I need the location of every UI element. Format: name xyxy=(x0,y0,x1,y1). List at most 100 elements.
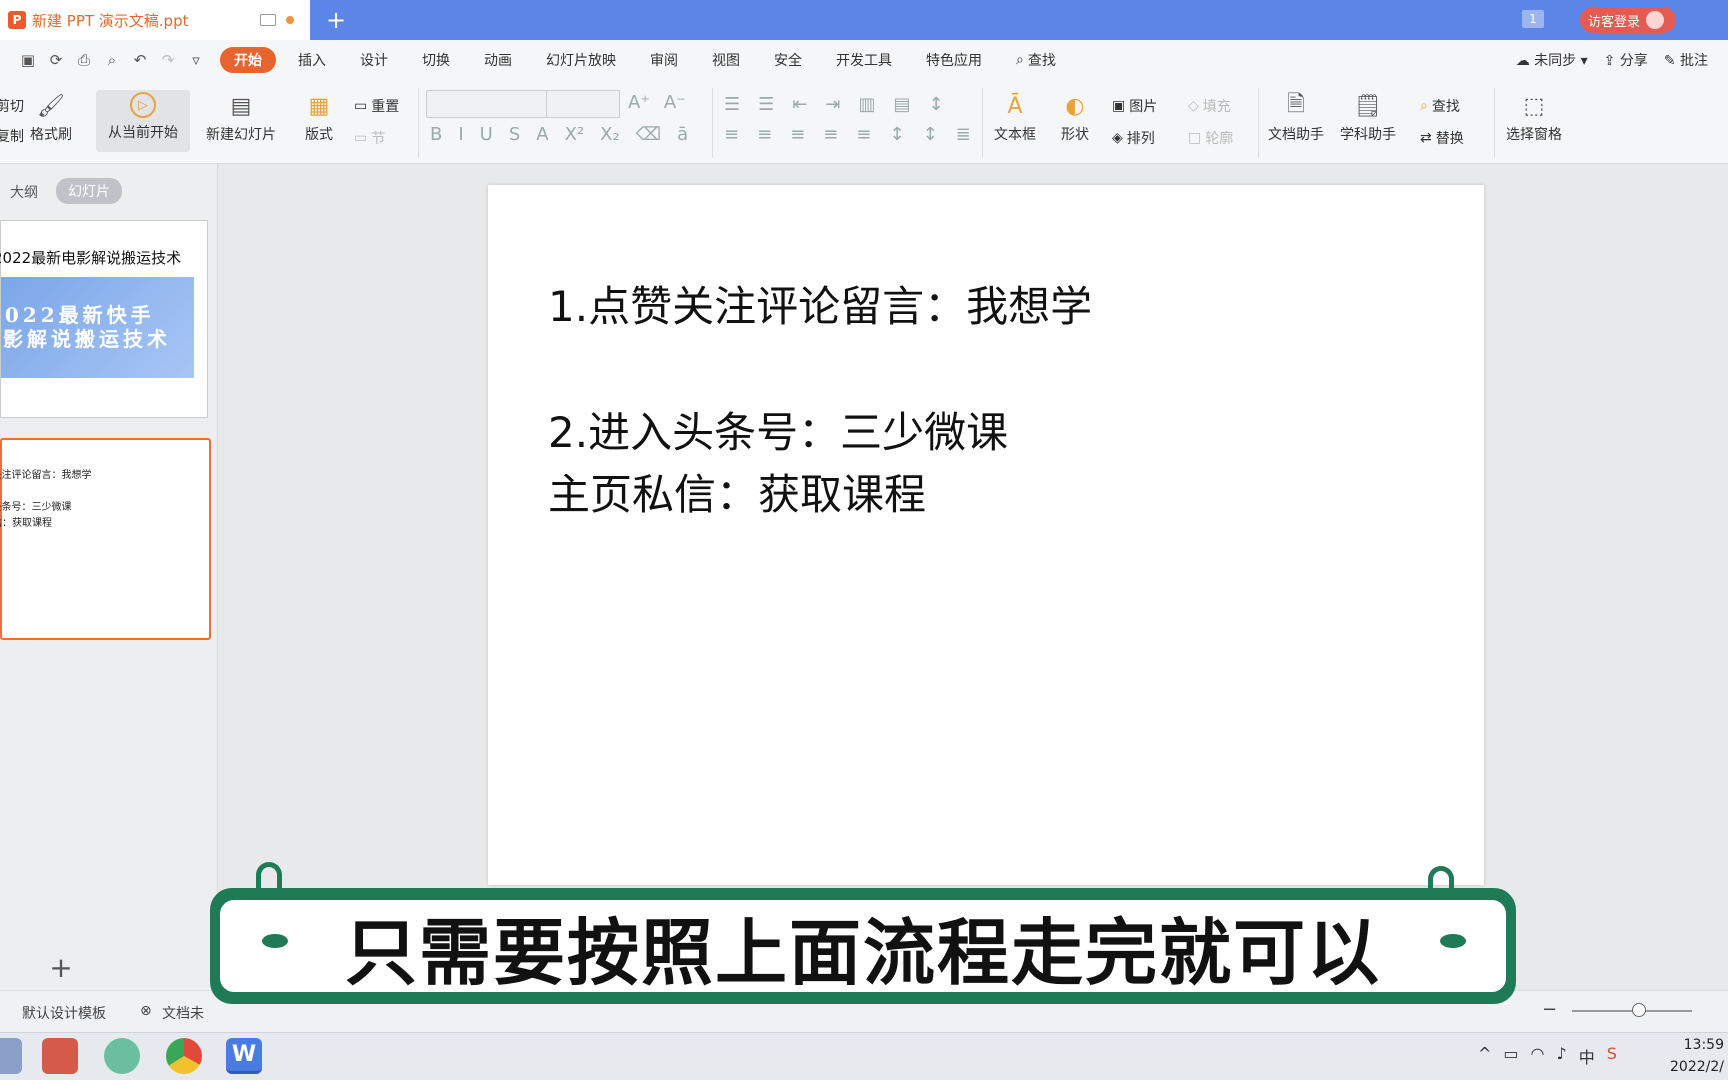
taskbar-app-icon[interactable] xyxy=(0,1038,22,1074)
zoom-slider-handle[interactable] xyxy=(1632,1003,1646,1017)
customize-chevron-down-icon[interactable]: ▿ xyxy=(182,46,210,74)
subscript-icon[interactable]: X₂ xyxy=(600,124,620,145)
bold-icon[interactable]: B xyxy=(430,124,442,145)
tab-slideshow[interactable]: 幻灯片放映 xyxy=(532,47,630,73)
undo-icon[interactable]: ↶ xyxy=(126,46,154,74)
tab-insert[interactable]: 插入 xyxy=(284,47,340,73)
slide[interactable]: 1.点赞关注评论留言：我想学 2.进入头条号：三少微课 主页私信：获取课程 xyxy=(488,185,1484,885)
paragraph-spacing-icon[interactable]: ↕ xyxy=(923,124,938,145)
ime-icon[interactable]: 中 xyxy=(1579,1044,1595,1068)
font-color-icon[interactable]: A xyxy=(536,124,548,145)
taskbar-app-icon[interactable] xyxy=(104,1038,140,1074)
redo-icon[interactable]: ↷ xyxy=(154,46,182,74)
numbered-list-icon[interactable]: ☰ xyxy=(758,94,774,115)
guest-login-button[interactable]: 访客登录 xyxy=(1580,7,1676,33)
slide-text-line[interactable]: 1.点赞关注评论留言：我想学 xyxy=(548,273,1092,334)
outline-button[interactable]: □ 轮廓 xyxy=(1188,128,1233,148)
grow-font-icon[interactable]: A⁺ xyxy=(628,92,650,113)
find-button[interactable]: ⌕ 查找 xyxy=(1420,96,1460,116)
from-current-slide-button[interactable]: ▷ 从当前开始 xyxy=(96,90,190,152)
ribbon-divider xyxy=(1494,88,1495,158)
document-tab[interactable]: P 新建 PPT 演示文稿.ppt xyxy=(0,0,310,40)
taskbar-app-icon[interactable] xyxy=(42,1038,78,1074)
format-painter-button[interactable]: 🖌 格式刷 xyxy=(30,92,72,144)
italic-icon[interactable]: I xyxy=(458,124,463,145)
arrange-button[interactable]: ◈ 排列 xyxy=(1112,128,1155,148)
tab-view[interactable]: 视图 xyxy=(698,47,754,73)
new-slide-button[interactable]: ▤ 新建幻灯片 xyxy=(206,92,276,144)
layout-button[interactable]: ▦ 版式 xyxy=(304,92,334,144)
tab-developer[interactable]: 开发工具 xyxy=(822,47,906,73)
textbox-button[interactable]: Ā 文本框 xyxy=(994,92,1036,144)
doc-helper-button[interactable]: 🗎 文档助手 xyxy=(1268,92,1324,144)
eraser-icon[interactable]: ⌫ xyxy=(636,124,661,145)
paragraph-settings-icon[interactable]: ≣ xyxy=(956,124,971,145)
bullet-list-icon[interactable]: ☰ xyxy=(724,94,740,115)
strikethrough-icon[interactable]: S xyxy=(509,124,520,145)
monitor-icon[interactable] xyxy=(260,14,276,26)
tab-design[interactable]: 设计 xyxy=(346,47,402,73)
select-pane-button[interactable]: ⬚ 选择窗格 xyxy=(1506,92,1562,144)
picture-button[interactable]: ▣ 图片 xyxy=(1112,96,1157,116)
cut-button[interactable]: 剪切 xyxy=(0,96,24,116)
superscript-icon[interactable]: X² xyxy=(565,124,585,145)
slide-text-line[interactable]: 主页私信：获取课程 xyxy=(548,461,926,522)
underline-icon[interactable]: U xyxy=(480,124,493,145)
distribute-icon[interactable]: ≡ xyxy=(856,124,871,145)
doc-status[interactable]: 文档未 xyxy=(162,1003,204,1023)
sogou-icon[interactable]: S xyxy=(1607,1044,1617,1068)
slide-text-line[interactable]: 2.进入头条号：三少微课 xyxy=(548,399,1008,460)
tab-animation[interactable]: 动画 xyxy=(470,47,526,73)
replace-button[interactable]: ⇄ 替换 xyxy=(1420,128,1464,148)
tab-home[interactable]: 开始 xyxy=(220,47,276,73)
align-right-icon[interactable]: ≡ xyxy=(790,124,805,145)
battery-icon[interactable]: ▭ xyxy=(1503,1044,1518,1068)
columns-icon[interactable]: ▥ xyxy=(858,94,875,115)
tab-features[interactable]: 特色应用 xyxy=(912,47,996,73)
new-tab-button[interactable]: + xyxy=(320,4,352,36)
tab-slides[interactable]: 幻灯片 xyxy=(56,178,122,204)
menu-search[interactable]: ⌕ 查找 xyxy=(1002,47,1070,73)
tab-outline[interactable]: 大纲 xyxy=(10,182,38,202)
justify-icon[interactable]: ≡ xyxy=(823,124,838,145)
volume-icon[interactable]: ♪ xyxy=(1557,1044,1567,1068)
section-button[interactable]: ▭ 节 xyxy=(354,128,385,148)
slide-thumbnail-1[interactable]: 2022最新电影解说搬运技术 2022最新快手 电影解说搬运技术 xyxy=(0,220,208,418)
subject-helper-button[interactable]: 🗒 学科助手 xyxy=(1340,92,1396,144)
tab-transition[interactable]: 切换 xyxy=(408,47,464,73)
decrease-indent-icon[interactable]: ⇤ xyxy=(792,94,807,115)
spacing-icon[interactable]: ↕ xyxy=(889,124,904,145)
tab-security[interactable]: 安全 xyxy=(760,47,816,73)
align-center-icon[interactable]: ≡ xyxy=(757,124,772,145)
window-count-badge[interactable]: 1 xyxy=(1522,10,1544,28)
share-button[interactable]: ⇪ 分享 xyxy=(1604,50,1648,70)
tab-review[interactable]: 审阅 xyxy=(636,47,692,73)
save-icon[interactable]: ▣ xyxy=(14,46,42,74)
shrink-font-icon[interactable]: A⁻ xyxy=(664,92,686,113)
wifi-icon[interactable]: ◠ xyxy=(1531,1044,1545,1068)
clock[interactable]: 13:59 2022/2/ xyxy=(1670,1034,1724,1078)
print-icon[interactable]: ⎙ xyxy=(70,46,98,74)
preview-icon[interactable]: ⌕ xyxy=(98,46,126,74)
zoom-out-icon[interactable]: − xyxy=(1542,999,1557,1020)
fill-button[interactable]: ◇ 填充 xyxy=(1188,96,1231,116)
doc-helper-icon: 🗎 xyxy=(1287,92,1305,117)
text-direction-icon[interactable]: ▤ xyxy=(893,94,910,115)
template-name[interactable]: 默认设计模板 xyxy=(22,1003,106,1023)
line-spacing-icon[interactable]: ↕ xyxy=(929,94,944,115)
increase-indent-icon[interactable]: ⇥ xyxy=(825,94,840,115)
shape-button[interactable]: ◐ 形状 xyxy=(1060,92,1090,144)
chrome-icon[interactable] xyxy=(166,1038,202,1074)
char-spacing-icon[interactable]: ā xyxy=(677,124,688,145)
sync-button[interactable]: ☁ 未同步 ▾ xyxy=(1516,50,1588,70)
chevron-up-icon[interactable]: ^ xyxy=(1478,1044,1491,1068)
comment-button[interactable]: ✎ 批注 xyxy=(1664,50,1708,70)
font-size-select[interactable] xyxy=(546,90,620,118)
copy-button[interactable]: 复制 xyxy=(0,126,24,146)
add-slide-button[interactable]: + xyxy=(46,951,76,984)
align-left-icon[interactable]: ≡ xyxy=(724,124,739,145)
slide-thumbnail-2[interactable]: 1.点赞关注评论留言：我想学 2.进入头条号：三少微课 主页私信：获取课程 xyxy=(0,438,211,640)
reset-button[interactable]: ▭ 重置 xyxy=(354,96,399,116)
cloud-icon[interactable]: ⟳ xyxy=(42,46,70,74)
wps-icon[interactable]: W xyxy=(226,1038,262,1074)
